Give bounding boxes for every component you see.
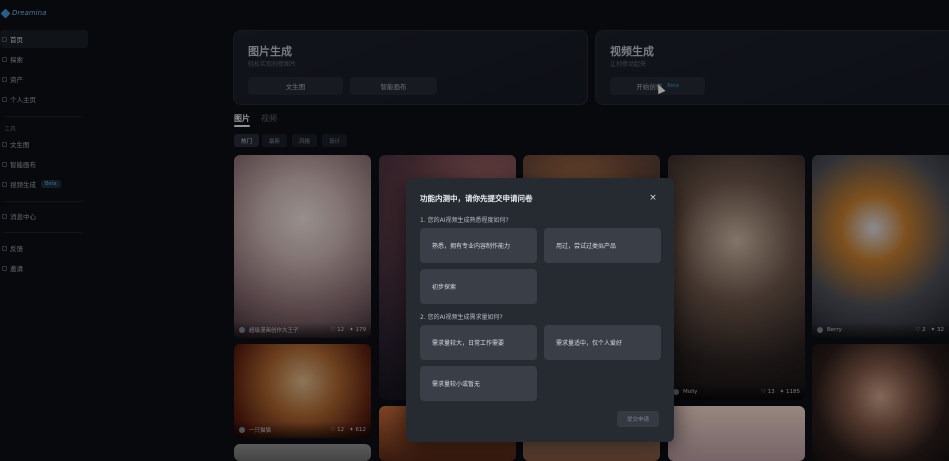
close-icon[interactable]: × bbox=[646, 191, 660, 205]
q1-option-tried[interactable]: 用过，尝试过类似产品 bbox=[544, 228, 661, 263]
q2-option-high-demand[interactable]: 需求量较大，日常工作需要 bbox=[420, 325, 537, 360]
q1-option-familiar[interactable]: 熟悉，拥有专业内容制作能力 bbox=[420, 228, 537, 263]
submit-application-button[interactable]: 提交申请 bbox=[617, 411, 659, 427]
q2-option-moderate-demand[interactable]: 需求量适中，仅个人爱好 bbox=[544, 325, 661, 360]
q1-option-exploring[interactable]: 初步探索 bbox=[420, 269, 537, 304]
q2-option-low-demand[interactable]: 需求量较小或暂无 bbox=[420, 366, 537, 401]
modal-title: 功能内测中，请你先提交申请问卷 bbox=[420, 194, 533, 203]
survey-modal: 功能内测中，请你先提交申请问卷 × 1. 您的AI视频生成熟悉程度如何? 熟悉，… bbox=[406, 178, 674, 442]
question-1-label: 1. 您的AI视频生成熟悉程度如何? bbox=[420, 217, 509, 224]
question-2-label: 2. 您的AI视频生成需求量如何? bbox=[420, 314, 503, 321]
